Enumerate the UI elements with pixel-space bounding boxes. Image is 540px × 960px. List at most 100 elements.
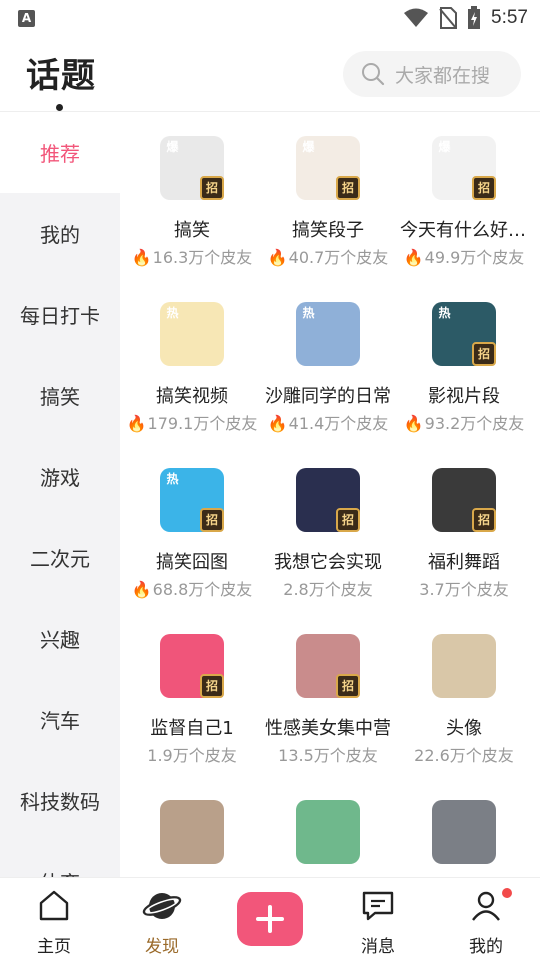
category-sidebar[interactable]: 推荐 我的 每日打卡 搞笑 游戏 二次元 兴趣 汽车 科技数码 体育 — [0, 112, 120, 877]
topic-members: 🔥16.3万个皮友 — [124, 244, 260, 268]
fire-icon: 🔥 — [267, 248, 288, 267]
topic-members-text: 68.8万个皮友 — [152, 580, 253, 599]
topic-card[interactable]: 热招搞笑囧图 🔥68.8万个皮友 — [124, 444, 260, 604]
sidebar-item-cars[interactable]: 汽车 — [0, 679, 120, 760]
hot-badge: 热 — [166, 472, 179, 486]
search-placeholder: 大家都在搜 — [395, 64, 491, 87]
topic-name: 搞笑囧图 — [156, 552, 228, 573]
recruit-badge: 招 — [336, 508, 360, 532]
topic-card[interactable]: 招监督自己1 1.9万个皮友 — [124, 610, 260, 770]
topic-name: 福利舞蹈 — [428, 552, 500, 573]
page-title: 话题 — [26, 56, 96, 96]
topic-thumbnail: 热 — [160, 302, 224, 366]
topic-name: 头像 — [446, 718, 482, 739]
topic-card[interactable]: 爆招搞笑 🔥16.3万个皮友 — [124, 112, 260, 272]
fire-icon: 🔥 — [131, 580, 152, 599]
nav-messages[interactable]: 消息 — [324, 886, 432, 957]
topic-card[interactable]: 招福利舞蹈 3.7万个皮友 — [396, 444, 532, 604]
topic-card[interactable]: 热招影视片段 🔥93.2万个皮友 — [396, 278, 532, 438]
recruit-badge: 招 — [472, 342, 496, 366]
fire-icon: 🔥 — [403, 414, 424, 433]
topic-members: 2.8万个皮友 — [260, 576, 396, 600]
topic-name: 沙雕同学的日常 — [265, 386, 391, 407]
search-bar[interactable]: 大家都在搜 — [343, 51, 521, 97]
topic-members-text: 41.4万个皮友 — [288, 414, 389, 433]
topic-name: 性感美女集中营 — [265, 718, 391, 739]
clock: 5:57 — [491, 7, 528, 28]
sidebar-item-mine[interactable]: 我的 — [0, 193, 120, 274]
topic-name: 影视片段 — [428, 386, 500, 407]
topic-members: 🔥93.2万个皮友 — [396, 410, 532, 434]
topic-members-text: 22.6万个皮友 — [414, 746, 514, 765]
sidebar-item-anime[interactable]: 二次元 — [0, 517, 120, 598]
hot-badge: 爆 — [302, 140, 315, 154]
topic-card[interactable] — [396, 776, 532, 877]
topic-members: 🔥40.7万个皮友 — [260, 244, 396, 268]
create-post-button[interactable] — [237, 892, 303, 946]
topic-card[interactable]: 爆招搞笑段子 🔥40.7万个皮友 — [260, 112, 396, 272]
topic-card[interactable]: 热搞笑视频 🔥179.1万个皮友 — [124, 278, 260, 438]
topic-card[interactable]: 头像 22.6万个皮友 — [396, 610, 532, 770]
battery-charging-icon — [468, 6, 481, 29]
plus-icon — [256, 905, 284, 933]
hot-badge: 热 — [166, 306, 179, 320]
fire-icon: 🔥 — [131, 248, 152, 267]
topic-thumbnail — [432, 634, 496, 698]
topic-members: 🔥68.8万个皮友 — [124, 576, 260, 600]
notification-dot — [502, 888, 512, 898]
topic-members: 🔥41.4万个皮友 — [260, 410, 396, 434]
topic-card[interactable] — [260, 776, 396, 877]
sidebar-item-games[interactable]: 游戏 — [0, 436, 120, 517]
topic-thumbnail — [160, 800, 224, 864]
topic-thumbnail — [432, 800, 496, 864]
recruit-badge: 招 — [472, 508, 496, 532]
topic-card[interactable]: 招性感美女集中营 13.5万个皮友 — [260, 610, 396, 770]
topic-thumbnail: 热 — [296, 302, 360, 366]
sidebar-item-daily-checkin[interactable]: 每日打卡 — [0, 274, 120, 355]
status-icons: 5:57 — [403, 6, 528, 30]
nav-discover[interactable]: 发现 — [108, 886, 216, 957]
topic-card[interactable]: 爆招今天有什么好看的 🔥49.9万个皮友 — [396, 112, 532, 272]
topic-card[interactable]: 招我想它会实现 2.8万个皮友 — [260, 444, 396, 604]
nav-home[interactable]: 主页 — [0, 886, 108, 957]
recruit-badge: 招 — [200, 508, 224, 532]
app-notification-icon: A — [18, 10, 35, 27]
topic-members: 3.7万个皮友 — [396, 576, 532, 600]
topic-card[interactable]: 热沙雕同学的日常 🔥41.4万个皮友 — [260, 278, 396, 438]
fire-icon: 🔥 — [403, 248, 424, 267]
status-bar: A 5:57 — [0, 0, 540, 36]
topic-name: 我想它会实现 — [274, 552, 382, 573]
topic-thumbnail — [296, 800, 360, 864]
sidebar-item-funny[interactable]: 搞笑 — [0, 355, 120, 436]
nav-discover-label: 发现 — [145, 937, 179, 957]
topic-members: 🔥49.9万个皮友 — [396, 244, 532, 268]
sidebar-item-recommend[interactable]: 推荐 — [0, 112, 120, 193]
topic-members: 13.5万个皮友 — [260, 742, 396, 766]
topic-members: 🔥179.1万个皮友 — [124, 410, 260, 434]
wifi-icon — [404, 8, 429, 27]
no-sim-icon — [439, 7, 458, 29]
recruit-badge: 招 — [200, 176, 224, 200]
topic-grid: 爆招搞笑 🔥16.3万个皮友爆招搞笑段子 🔥40.7万个皮友爆招今天有什么好看的 🔥4… — [120, 112, 540, 877]
topic-members-text: 179.1万个皮友 — [147, 414, 258, 433]
recruit-badge: 招 — [336, 176, 360, 200]
nav-me[interactable]: 我的 — [432, 886, 540, 957]
topic-members-text: 13.5万个皮友 — [278, 746, 378, 765]
fire-icon: 🔥 — [126, 414, 147, 433]
sidebar-item-interests[interactable]: 兴趣 — [0, 598, 120, 679]
topic-name: 搞笑段子 — [292, 220, 364, 241]
hot-badge: 爆 — [166, 140, 179, 154]
topic-members-text: 40.7万个皮友 — [288, 248, 389, 267]
sidebar-item-sports[interactable]: 体育 — [0, 841, 120, 877]
topic-card[interactable] — [124, 776, 260, 877]
topic-members: 22.6万个皮友 — [396, 742, 532, 766]
sidebar-item-tech[interactable]: 科技数码 — [0, 760, 120, 841]
topic-members: 1.9万个皮友 — [124, 742, 260, 766]
nav-messages-label: 消息 — [361, 937, 395, 957]
nav-home-label: 主页 — [37, 937, 71, 957]
fire-icon: 🔥 — [267, 414, 288, 433]
profile-icon — [472, 891, 500, 921]
topic-members-text: 2.8万个皮友 — [283, 580, 373, 599]
nav-me-label: 我的 — [469, 937, 503, 957]
hot-badge: 热 — [302, 306, 315, 320]
